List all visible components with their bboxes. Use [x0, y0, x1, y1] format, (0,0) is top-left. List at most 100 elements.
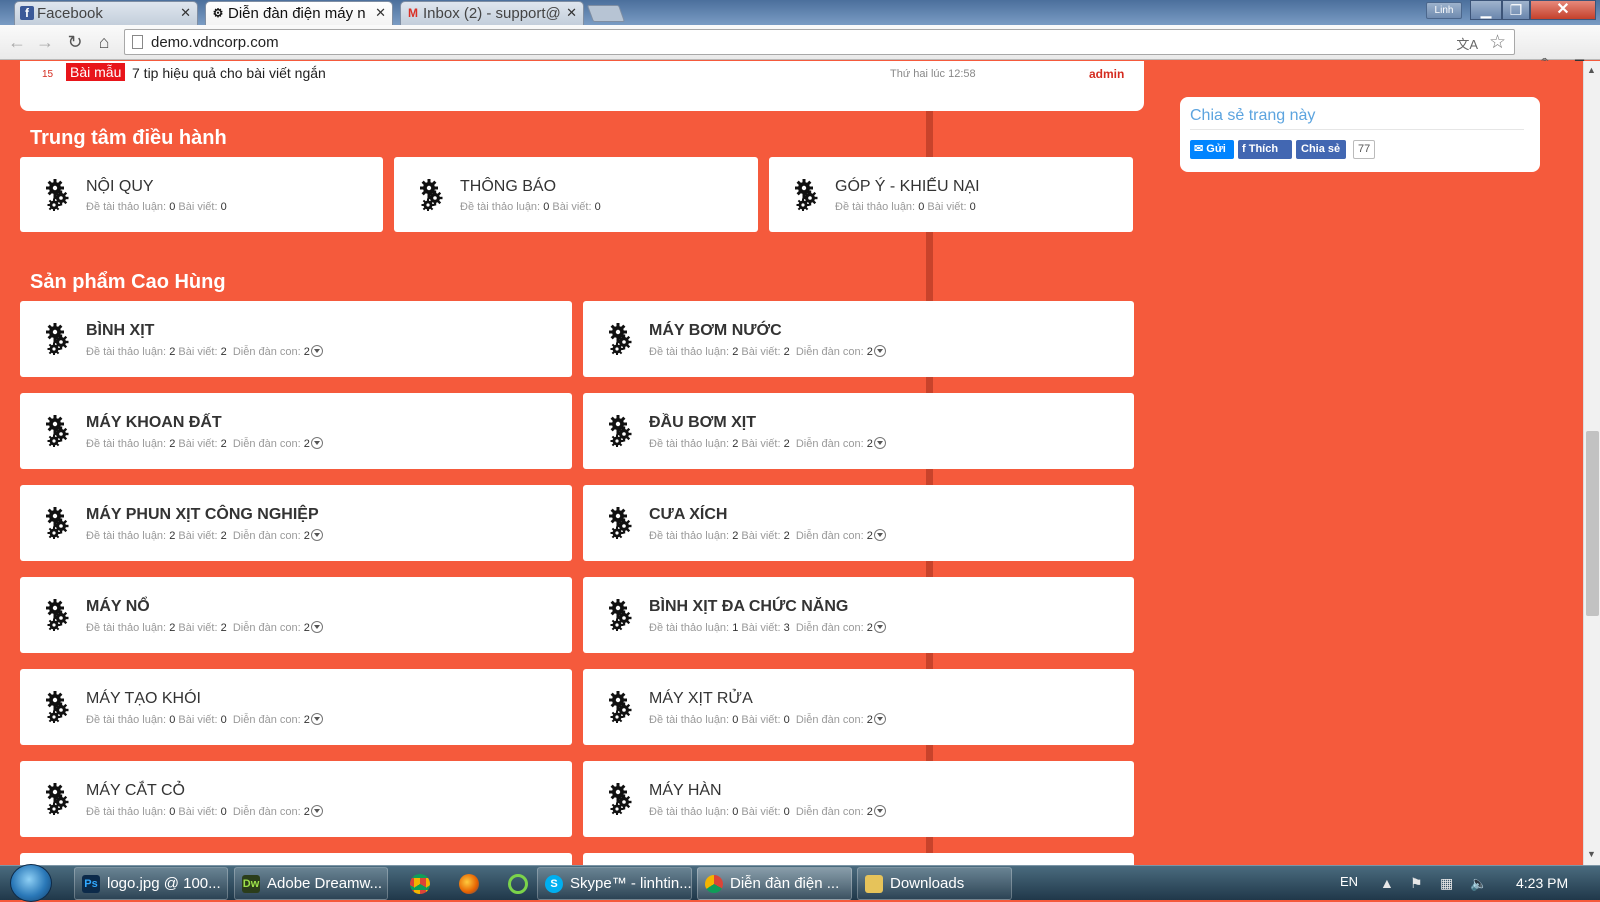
subforum-dropdown-icon[interactable] — [873, 805, 886, 817]
taskbar-item-chrome[interactable]: Diễn đàn điện ... — [697, 867, 852, 900]
app-icon[interactable] — [508, 874, 528, 894]
facebook-share-button[interactable]: Chia sẻ — [1296, 140, 1346, 159]
messenger-send-button[interactable]: ✉ Gửi — [1190, 140, 1234, 159]
forum-title[interactable]: MÁY PHUN XỊT CÔNG NGHIỆP — [86, 506, 319, 524]
section-title-admin[interactable]: Trung tâm điều hành — [30, 127, 227, 150]
forum-card[interactable]: CƯA XÍCH Đề tài thảo luận: 2 Bài viết: 2 … — [583, 485, 1134, 561]
network-icon[interactable]: ▦ — [1440, 875, 1453, 892]
gmail-icon: M — [408, 6, 418, 20]
scroll-down-arrow-icon[interactable]: ▼ — [1587, 849, 1596, 859]
folder-icon — [865, 875, 883, 893]
facebook-like-button[interactable]: f Thích — [1238, 140, 1292, 159]
forum-card[interactable]: GÓP Ý - KHIẾU NẠI Đề tài thảo luận: 0 Bà… — [769, 157, 1133, 232]
taskbar-item-dreamweaver[interactable]: Dw Adobe Dreamw... — [234, 867, 388, 900]
post-title-link[interactable]: 7 tip hiệu quả cho bài viết ngắn — [132, 65, 326, 81]
forum-title[interactable]: CƯA XÍCH — [649, 506, 727, 524]
forum-title[interactable]: BÌNH XỊT ĐA CHỨC NĂNG — [649, 598, 848, 616]
subforum-dropdown-icon[interactable] — [310, 437, 323, 449]
profile-badge[interactable]: Linh — [1426, 2, 1462, 19]
post-author-link[interactable]: admin — [1089, 67, 1124, 81]
forum-card[interactable]: ĐẦU BƠM XỊT Đề tài thảo luận: 2 Bài viết:… — [583, 393, 1134, 469]
forum-card[interactable]: MÁY NỔ Đề tài thảo luận: 2 Bài viết: 2 Di… — [20, 577, 572, 653]
forum-card[interactable]: MÁY CẮT CỎ Đề tài thảo luận: 0 Bài viết: … — [20, 761, 572, 837]
scroll-thumb[interactable] — [1586, 431, 1599, 616]
forum-title[interactable]: MÁY NỔ — [86, 598, 150, 616]
forum-title[interactable]: THÔNG BÁO — [460, 178, 556, 196]
forum-card[interactable]: BÌNH XỊT Đề tài thảo luận: 2 Bài viết: 2 … — [20, 301, 572, 377]
bookmark-star-icon[interactable]: ☆ — [1489, 31, 1506, 54]
forum-stats: Đề tài thảo luận: 2 Bài viết: 2 Diễn đàn… — [86, 621, 323, 634]
volume-icon[interactable]: 🔈 — [1470, 875, 1487, 892]
messenger-icon: ✉ — [1194, 143, 1204, 155]
section-title-products[interactable]: Sản phẩm Cao Hùng — [30, 271, 226, 294]
forum-card[interactable]: MÁY TẠO KHÓI Đề tài thảo luận: 0 Bài viết… — [20, 669, 572, 745]
url-text: demo.vdncorp.com — [151, 34, 279, 51]
forum-title[interactable]: ĐẦU BƠM XỊT — [649, 414, 756, 432]
gear-icon — [607, 507, 637, 539]
close-icon[interactable]: ✕ — [375, 5, 386, 21]
forum-title[interactable]: GÓP Ý - KHIẾU NẠI — [835, 178, 980, 196]
close-icon[interactable]: ✕ — [180, 5, 191, 21]
post-prefix-tag[interactable]: Bài mẫu — [66, 63, 126, 81]
tab-gmail[interactable]: M Inbox (2) - support@ ✕ — [400, 1, 584, 25]
language-indicator[interactable]: EN — [1340, 874, 1358, 889]
subforum-dropdown-icon[interactable] — [310, 713, 323, 725]
subforum-dropdown-icon[interactable] — [873, 437, 886, 449]
address-bar[interactable]: demo.vdncorp.com 文A ☆ — [124, 29, 1515, 55]
vertical-scrollbar[interactable]: ▲ ▼ — [1583, 61, 1600, 865]
taskbar-item-skype[interactable]: S Skype™ - linhtin... — [537, 867, 692, 900]
firefox-icon[interactable] — [459, 874, 479, 894]
subforum-dropdown-icon[interactable] — [873, 345, 886, 357]
taskbar-item-downloads[interactable]: Downloads — [857, 867, 1012, 900]
share-count: 77 — [1353, 140, 1376, 159]
home-icon[interactable]: ⌂ — [93, 31, 115, 53]
system-clock[interactable]: 4:23 PM — [1516, 875, 1568, 891]
back-arrow-icon[interactable]: ← — [6, 31, 28, 53]
forum-title[interactable]: MÁY XỊT RỬA — [649, 690, 753, 708]
forward-arrow-icon[interactable]: → — [34, 31, 56, 53]
forum-card[interactable]: MÁY HÀN Đề tài thảo luận: 0 Bài viết: 0 D… — [583, 761, 1134, 837]
forum-title[interactable]: MÁY CẮT CỎ — [86, 782, 185, 800]
taskbar-item-photoshop[interactable]: Ps logo.jpg @ 100... — [74, 867, 228, 900]
forum-title[interactable]: BÌNH XỊT — [86, 322, 154, 340]
minimize-button[interactable]: ▁ — [1470, 0, 1502, 20]
subforum-dropdown-icon[interactable] — [310, 621, 323, 633]
scroll-up-arrow-icon[interactable]: ▲ — [1587, 65, 1596, 75]
chrome-icon[interactable] — [410, 874, 430, 894]
forum-title[interactable]: MÁY KHOAN ĐẤT — [86, 414, 222, 432]
forum-title[interactable]: MÁY BƠM NƯỚC — [649, 322, 782, 340]
forum-title[interactable]: MÁY TẠO KHÓI — [86, 690, 201, 708]
subforum-dropdown-icon[interactable] — [873, 529, 886, 541]
subforum-dropdown-icon[interactable] — [310, 345, 323, 357]
forum-card[interactable]: THÔNG BÁO Đề tài thảo luận: 0 Bài viết: … — [394, 157, 758, 232]
translate-icon[interactable]: 文A — [1456, 34, 1478, 53]
forum-card[interactable]: BÌNH XỊT ĐA CHỨC NĂNG Đề tài thảo luận: 1… — [583, 577, 1134, 653]
subforum-dropdown-icon[interactable] — [873, 713, 886, 725]
forum-card-partial[interactable] — [583, 853, 1134, 865]
forum-card-partial[interactable] — [20, 853, 572, 865]
close-icon[interactable]: ✕ — [566, 5, 577, 21]
forum-title[interactable]: MÁY HÀN — [649, 782, 722, 800]
forum-card[interactable]: MÁY KHOAN ĐẤT Đề tài thảo luận: 2 Bài viế… — [20, 393, 572, 469]
tab-forum[interactable]: ⚙ Diễn đàn điện máy n ✕ — [205, 1, 393, 25]
reload-icon[interactable]: ↻ — [64, 31, 86, 53]
subforum-dropdown-icon[interactable] — [310, 529, 323, 541]
forum-card[interactable]: MÁY BƠM NƯỚC Đề tài thảo luận: 2 Bài viết… — [583, 301, 1134, 377]
action-center-flag-icon[interactable]: ⚑ — [1410, 875, 1423, 892]
new-tab-button[interactable] — [586, 5, 626, 22]
gear-icon — [607, 783, 637, 815]
forum-card[interactable]: MÁY PHUN XỊT CÔNG NGHIỆP Đề tài thảo luận… — [20, 485, 572, 561]
forum-card[interactable]: MÁY XỊT RỬA Đề tài thảo luận: 0 Bài viết:… — [583, 669, 1134, 745]
start-button[interactable] — [10, 864, 52, 902]
tab-facebook[interactable]: f Facebook ✕ — [14, 1, 198, 25]
forum-stats: Đề tài thảo luận: 0 Bài viết: 0 Diễn đàn… — [86, 713, 323, 726]
window-close-button[interactable]: ✕ — [1530, 0, 1596, 20]
maximize-button[interactable]: ❐ — [1502, 0, 1530, 20]
gear-icon — [607, 323, 637, 355]
post-rank: 15 — [42, 69, 54, 80]
subforum-dropdown-icon[interactable] — [873, 621, 886, 633]
forum-title[interactable]: NỘI QUY — [86, 178, 154, 196]
forum-card[interactable]: NỘI QUY Đề tài thảo luận: 0 Bài viết: 0 — [20, 157, 383, 232]
subforum-dropdown-icon[interactable] — [310, 805, 323, 817]
show-hidden-icons-arrow-icon[interactable]: ▲ — [1380, 875, 1394, 891]
